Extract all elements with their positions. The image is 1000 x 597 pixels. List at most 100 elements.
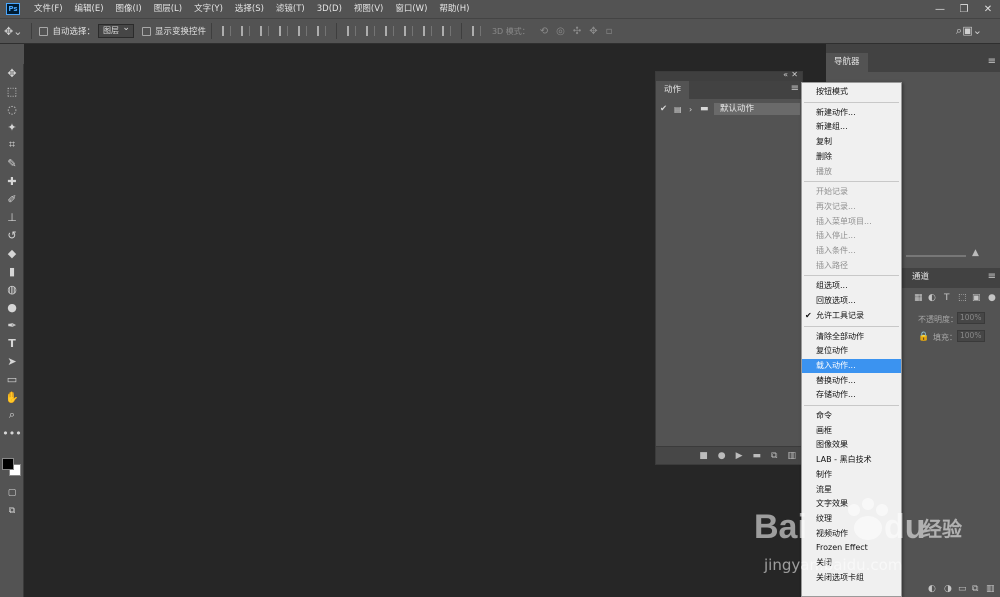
type-icon[interactable]: T xyxy=(0,334,24,352)
menu-image[interactable]: 图像(I) xyxy=(110,0,148,18)
menu-item[interactable]: 存储动作... xyxy=(802,388,901,402)
crop-icon[interactable]: ⌗ xyxy=(0,136,24,154)
fill-field[interactable]: 100% xyxy=(957,330,985,342)
auto-select-dropdown[interactable]: 图层 xyxy=(97,22,134,38)
move-icon[interactable]: ✥ xyxy=(0,64,24,82)
menu-item[interactable]: 允许工具记录 ✔ xyxy=(802,309,901,323)
hand-icon[interactable]: ✋ xyxy=(0,388,24,406)
toggle-check-icon[interactable]: ✔ xyxy=(660,104,667,114)
pen-icon[interactable]: ✒ xyxy=(0,316,24,334)
menu-window[interactable]: 窗口(W) xyxy=(389,0,433,18)
menu-item[interactable]: 开始记录 xyxy=(802,185,901,199)
menu-filter[interactable]: 滤镜(T) xyxy=(270,0,311,18)
shape-filter-icon[interactable]: ⬚ xyxy=(958,293,967,303)
menu-item[interactable]: 插入菜单项目... xyxy=(802,215,901,229)
close-icon[interactable]: ✕ xyxy=(976,0,1000,18)
brush-icon[interactable]: ✐ xyxy=(0,190,24,208)
rectangle-icon[interactable]: ▭ xyxy=(0,370,24,388)
new-layer-icon[interactable]: ⧉ xyxy=(972,584,978,594)
zoom-in-icon[interactable]: ▲ xyxy=(972,248,979,258)
menu-item[interactable]: 复位动作 xyxy=(802,344,901,358)
auto-align-icon[interactable] xyxy=(471,26,481,36)
menu-item[interactable]: LAB - 黑白技术 xyxy=(802,453,901,467)
3d-orbit-icon[interactable]: ⟲ xyxy=(540,26,548,37)
history-brush-icon[interactable]: ↺ xyxy=(0,226,24,244)
menu-edit[interactable]: 编辑(E) xyxy=(69,0,110,18)
auto-select-checkbox[interactable] xyxy=(39,26,49,36)
menu-item[interactable]: 插入停止... xyxy=(802,229,901,243)
lock-icon[interactable]: 🔒 xyxy=(918,332,929,342)
menu-select[interactable]: 选择(S) xyxy=(229,0,270,18)
align-right-icon[interactable] xyxy=(316,26,326,36)
collapse-icon[interactable]: « xyxy=(783,70,788,79)
close-icon[interactable]: ✕ xyxy=(791,70,798,79)
new-action-icon[interactable]: ⧉ xyxy=(771,451,777,461)
menu-3d[interactable]: 3D(D) xyxy=(311,0,348,18)
zoom-icon[interactable]: ⌕ xyxy=(0,406,24,424)
lasso-icon[interactable]: ◌ xyxy=(0,100,24,118)
menu-file[interactable]: 文件(F) xyxy=(28,0,69,18)
healing-brush-icon[interactable]: ✚ xyxy=(0,172,24,190)
zoom-slider[interactable] xyxy=(906,255,966,257)
menu-item[interactable]: 删除 xyxy=(802,150,901,164)
menu-item[interactable]: 新建组... xyxy=(802,120,901,134)
3d-roll-icon[interactable]: ◎ xyxy=(556,26,565,37)
magic-wand-icon[interactable]: ✦ xyxy=(0,118,24,136)
path-select-icon[interactable]: ➤ xyxy=(0,352,24,370)
eyedropper-icon[interactable]: ✎ xyxy=(0,154,24,172)
distribute-vertical-center-icon[interactable] xyxy=(365,26,375,36)
align-horizontal-center-icon[interactable] xyxy=(297,26,307,36)
menu-item[interactable]: 清除全部动作 xyxy=(802,330,901,344)
menu-item[interactable]: 复制 xyxy=(802,135,901,149)
clone-stamp-icon[interactable]: ⊥ xyxy=(0,208,24,226)
distribute-horizontal-center-icon[interactable] xyxy=(422,26,432,36)
menu-item[interactable]: 按钮模式 xyxy=(802,85,901,99)
opacity-field[interactable]: 100% xyxy=(957,312,985,324)
trash-icon[interactable]: ▥ xyxy=(787,451,796,461)
align-top-icon[interactable] xyxy=(221,26,231,36)
quick-mask-icon[interactable]: ▢ xyxy=(0,484,24,502)
list-item[interactable]: ✔ ▤ › ▬ 默认动作 xyxy=(658,103,800,115)
trash-icon[interactable]: ▥ xyxy=(986,584,995,594)
menu-layer[interactable]: 图层(L) xyxy=(148,0,188,18)
menu-item[interactable]: 制作 xyxy=(802,468,901,482)
record-icon[interactable]: ● xyxy=(718,451,726,461)
menu-item[interactable]: 替换动作... xyxy=(802,374,901,388)
tab-navigator[interactable]: 导航器 xyxy=(826,53,868,72)
blur-icon[interactable]: ◍ xyxy=(0,280,24,298)
smart-object-filter-icon[interactable]: ▣ xyxy=(972,293,981,303)
move-tool-preset-icon[interactable]: ✥⌄ xyxy=(0,25,26,38)
actions-panel-titlebar[interactable]: « ✕ xyxy=(656,70,802,81)
menu-item[interactable]: 插入条件... xyxy=(802,244,901,258)
3d-pan-icon[interactable]: ✣ xyxy=(573,26,581,37)
align-vertical-center-icon[interactable] xyxy=(240,26,250,36)
minimize-icon[interactable]: — xyxy=(928,0,952,18)
align-bottom-icon[interactable] xyxy=(259,26,269,36)
adjustment-filter-icon[interactable]: ◐ xyxy=(928,293,936,303)
show-transform-checkbox[interactable] xyxy=(141,26,151,36)
panel-menu-icon[interactable]: ≡ xyxy=(988,271,996,282)
filter-toggle-icon[interactable]: ● xyxy=(988,293,996,303)
play-icon[interactable]: ▶ xyxy=(736,451,743,461)
new-set-icon[interactable]: ▬ xyxy=(753,451,762,461)
menu-help[interactable]: 帮助(H) xyxy=(433,0,475,18)
marquee-icon[interactable]: ⬚ xyxy=(0,82,24,100)
menu-item[interactable]: 播放 xyxy=(802,165,901,179)
panel-menu-icon[interactable]: ≡ xyxy=(988,56,996,67)
workspace-icon[interactable]: ▣⌄ xyxy=(958,24,986,37)
distribute-left-icon[interactable] xyxy=(403,26,413,36)
3d-scale-icon[interactable]: ▫ xyxy=(606,26,613,37)
gradient-icon[interactable]: ▮ xyxy=(0,262,24,280)
menu-item[interactable]: 新建动作... xyxy=(802,106,901,120)
type-filter-icon[interactable]: T xyxy=(944,293,950,303)
menu-type[interactable]: 文字(Y) xyxy=(188,0,229,18)
dock-grip[interactable] xyxy=(826,44,1000,53)
foreground-color-swatch[interactable] xyxy=(2,458,14,470)
menu-item[interactable]: 再次记录... xyxy=(802,200,901,214)
stop-icon[interactable]: ■ xyxy=(699,451,708,461)
restore-icon[interactable]: ❐ xyxy=(952,0,976,18)
menu-item[interactable]: 回放选项... xyxy=(802,294,901,308)
pixel-filter-icon[interactable]: ▦ xyxy=(914,293,923,303)
3d-slide-icon[interactable]: ✥ xyxy=(589,26,597,37)
menu-item[interactable]: 画框 xyxy=(802,424,901,438)
